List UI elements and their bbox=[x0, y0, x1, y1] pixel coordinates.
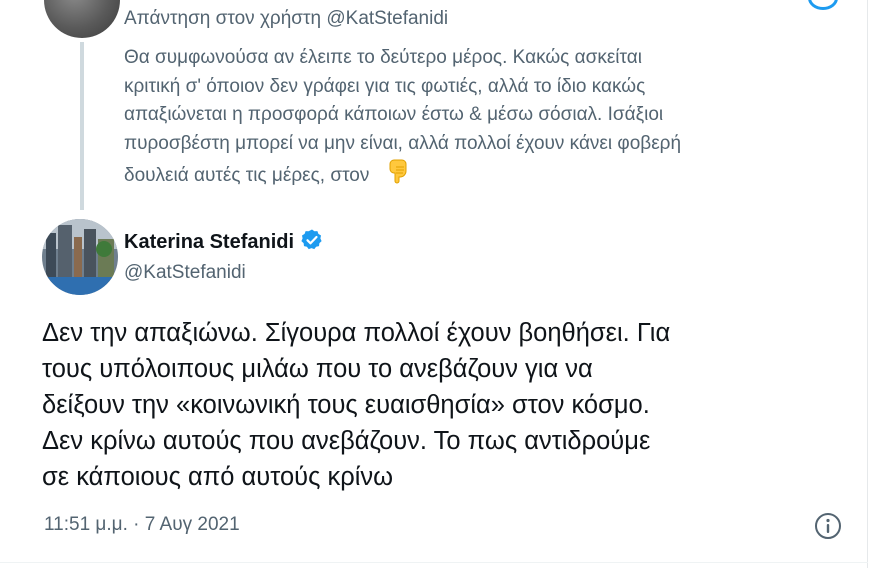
tweet-timestamp[interactable]: 11:51 μ.μ. · 7 Αυγ 2021 bbox=[44, 514, 240, 536]
tweet-text: Δεν την απαξιώνω. Σίγουρα πολλοί έχουν β… bbox=[42, 315, 842, 495]
tweet-text-line: σε κάποιους από αυτούς κρίνω bbox=[42, 463, 394, 491]
pointing-down-emoji-icon bbox=[385, 158, 411, 194]
author-avatar[interactable] bbox=[42, 219, 118, 295]
previous-tweet-line: απαξιώνεται η προσφορά κάποιων έστω & μέ… bbox=[124, 104, 664, 125]
tweet-text-line: Δεν την απαξιώνω. Σίγουρα πολλοί έχουν β… bbox=[42, 319, 671, 347]
more-icon[interactable] bbox=[808, 0, 838, 10]
scroll-edge bbox=[867, 0, 880, 568]
author-name[interactable]: Katerina Stefanidi bbox=[124, 231, 294, 254]
divider bbox=[0, 562, 868, 563]
previous-tweet-line: Θα συμφωνούσα αν έλειπε το δεύτερο μέρος… bbox=[124, 47, 642, 68]
previous-tweet-line: δουλειά αυτές τις μέρες, στον bbox=[124, 165, 370, 186]
previous-tweet-line: πυροσβέστη μπορεί να μην είναι, αλλά πολ… bbox=[124, 132, 682, 154]
author-handle[interactable]: @KatStefanidi bbox=[124, 262, 246, 284]
previous-tweet-text: Θα συμφωνούσα αν έλειπε το δεύτερο μέρος… bbox=[124, 44, 844, 194]
verified-badge-icon bbox=[294, 228, 324, 257]
previous-tweet-line: κριτική σ' όποιον δεν γράφει για τις φωτ… bbox=[124, 75, 646, 97]
previous-tweet-line-last: δουλειά αυτές τις μέρες, στον bbox=[124, 158, 844, 194]
tweet-text-line: τους υπόλοιπους μιλάω που το ανεβάζουν γ… bbox=[42, 355, 593, 383]
info-icon[interactable] bbox=[812, 510, 844, 542]
author-name-row: Katerina Stefanidi bbox=[124, 228, 324, 257]
tweet-text-line: δείξουν την «κοινωνική τους ευαισθησία» … bbox=[42, 391, 650, 419]
thread-connector-line bbox=[80, 42, 84, 210]
previous-tweet-avatar[interactable] bbox=[44, 0, 120, 38]
tweet-text-line: Δεν κρίνω αυτούς που ανεβάζουν. Το πως α… bbox=[42, 427, 651, 455]
reply-to-label[interactable]: Απάντηση στον χρήστη @KatStefanidi bbox=[124, 8, 448, 30]
